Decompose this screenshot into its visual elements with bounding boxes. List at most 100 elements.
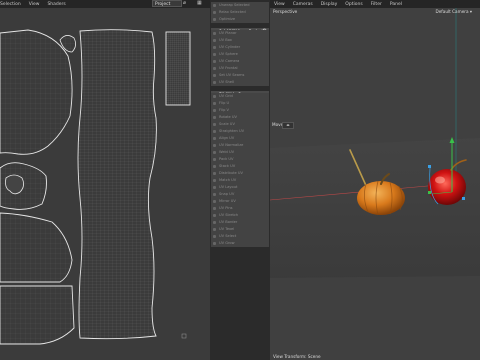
tool-icon (212, 17, 216, 21)
menu-display[interactable]: Display (321, 2, 338, 7)
tool-icon (212, 185, 216, 189)
tool-button-label: Straighten UV (219, 129, 245, 133)
uv-shell[interactable] (77, 29, 157, 340)
tool-button[interactable]: Set UV Seams (211, 72, 269, 79)
tool-icon (212, 52, 216, 56)
menu-view[interactable]: View (274, 2, 285, 7)
menu-filter[interactable]: Filter (371, 2, 382, 7)
tool-button[interactable]: UV Camera (211, 58, 269, 65)
tool-icon (212, 10, 216, 14)
tool-icon (212, 31, 216, 35)
tool-button-label: UV Stretch (219, 213, 239, 217)
grid-icon[interactable]: ▦ (197, 0, 202, 6)
move-stepper[interactable]: ◂▸ (282, 122, 294, 129)
tool-button-label: UV Planar (219, 31, 237, 35)
tool-icon (212, 59, 216, 63)
tool-button-label: UV Shell (219, 80, 234, 84)
tool-button[interactable]: Relax Selected (211, 9, 269, 16)
tool-button-label: UV Frontal (219, 66, 238, 70)
tool-icon (212, 220, 216, 224)
tool-icon (212, 115, 216, 119)
tool-button[interactable]: Flip U (211, 100, 269, 107)
tool-button[interactable]: UV Box (211, 37, 269, 44)
tool-button-label: Weld UV (219, 150, 235, 154)
tool-button[interactable]: Match UV (211, 177, 269, 184)
tool-button[interactable]: UV Layout (211, 184, 269, 191)
tool-button-label: Align UV (219, 136, 235, 140)
projection-select[interactable]: Project (152, 0, 182, 7)
tool-button[interactable]: UV Texel (211, 226, 269, 233)
uv-layout (0, 8, 210, 360)
tool-button[interactable]: Flip V (211, 107, 269, 114)
tool-button-label: UV Select (219, 234, 237, 238)
camera-label: Perspective (273, 9, 298, 14)
tool-icon (212, 164, 216, 168)
tool-button[interactable]: Snap UV (211, 191, 269, 198)
tool-button[interactable]: UV Planar (211, 30, 269, 37)
tool-icon (212, 45, 216, 49)
tool-icon (212, 178, 216, 182)
tool-button[interactable]: UV Shell (211, 79, 269, 86)
tool-button[interactable]: Pack UV (211, 156, 269, 163)
tool-button[interactable]: Straighten UV (211, 128, 269, 135)
menu-panel[interactable]: Panel (390, 2, 402, 7)
status-text: View Transform: Scene (273, 354, 321, 359)
uv-editor-canvas[interactable] (0, 8, 210, 360)
tool-button-label: Rotate UV (219, 115, 237, 119)
menu-shaders[interactable]: Shaders (47, 2, 65, 7)
tool-button[interactable]: Distribute UV (211, 170, 269, 177)
tool-button[interactable]: UV Normalize (211, 142, 269, 149)
tool-button-label: UV Normalize (219, 143, 244, 147)
tool-button-label: Set UV Seams (219, 73, 245, 77)
viewport-scene (270, 8, 480, 360)
tool-icon (212, 129, 216, 133)
uv-shell[interactable] (165, 31, 191, 106)
tool-icon (212, 66, 216, 70)
tool-button-label: Optimize (219, 17, 236, 21)
tool-button-label: Flip U (219, 101, 230, 105)
tool-button-label: Flip V (219, 108, 229, 112)
tool-button[interactable]: UV Select (211, 233, 269, 240)
3d-viewport[interactable]: Perspective Default Camera ▾ Move ◂▸ Vie… (270, 8, 480, 360)
tool-button[interactable]: UV Cylinder (211, 44, 269, 51)
tool-icon (212, 136, 216, 140)
menu-options[interactable]: Options (345, 2, 362, 7)
tool-button[interactable]: Weld UV (211, 149, 269, 156)
tool-button[interactable]: UV Grid (211, 93, 269, 100)
tool-button[interactable]: Rotate UV (211, 114, 269, 121)
tool-button-label: UV Border (219, 220, 238, 224)
tool-button[interactable]: Stack UV (211, 163, 269, 170)
tool-button-label: Pack UV (219, 157, 234, 161)
uv-shell[interactable] (0, 285, 75, 345)
tool-icon (212, 171, 216, 175)
tool-button[interactable]: UV Sphere (211, 51, 269, 58)
tool-button-label: Unwrap Selected (219, 3, 250, 7)
tool-button-label: UV Camera (219, 59, 240, 63)
tool-button[interactable]: UV Pins (211, 205, 269, 212)
tool-icon (212, 94, 216, 98)
tool-button[interactable]: Align UV (211, 135, 269, 142)
tool-button-label: UV Cylinder (219, 45, 241, 49)
magnet-icon[interactable]: ⌀ (183, 0, 186, 6)
tool-button[interactable]: UV Stretch (211, 212, 269, 219)
menu-view[interactable]: View (29, 2, 40, 7)
menu-selection[interactable]: Selection (0, 2, 21, 7)
tool-button[interactable]: UV Frontal (211, 65, 269, 72)
tool-button[interactable]: Unwrap Selected (211, 2, 269, 9)
tool-button[interactable]: Scale UV (211, 121, 269, 128)
tool-button[interactable]: UV Border (211, 219, 269, 226)
tool-button[interactable]: UV Grow (211, 240, 269, 247)
tool-icon (212, 234, 216, 238)
tool-icon (212, 150, 216, 154)
camera-selector[interactable]: Default Camera ▾ (436, 9, 473, 14)
tool-icon (212, 241, 216, 245)
tool-button-label: UV Pins (219, 206, 233, 210)
tool-button[interactable]: Optimize (211, 16, 269, 23)
tool-icon (212, 227, 216, 231)
tool-icon (212, 80, 216, 84)
tool-button-label: Snap UV (219, 192, 235, 196)
tool-button-label: Stack UV (219, 164, 236, 168)
tool-icon (212, 3, 216, 7)
menu-cameras[interactable]: Cameras (293, 2, 313, 7)
tool-button[interactable]: Mirror UV (211, 198, 269, 205)
